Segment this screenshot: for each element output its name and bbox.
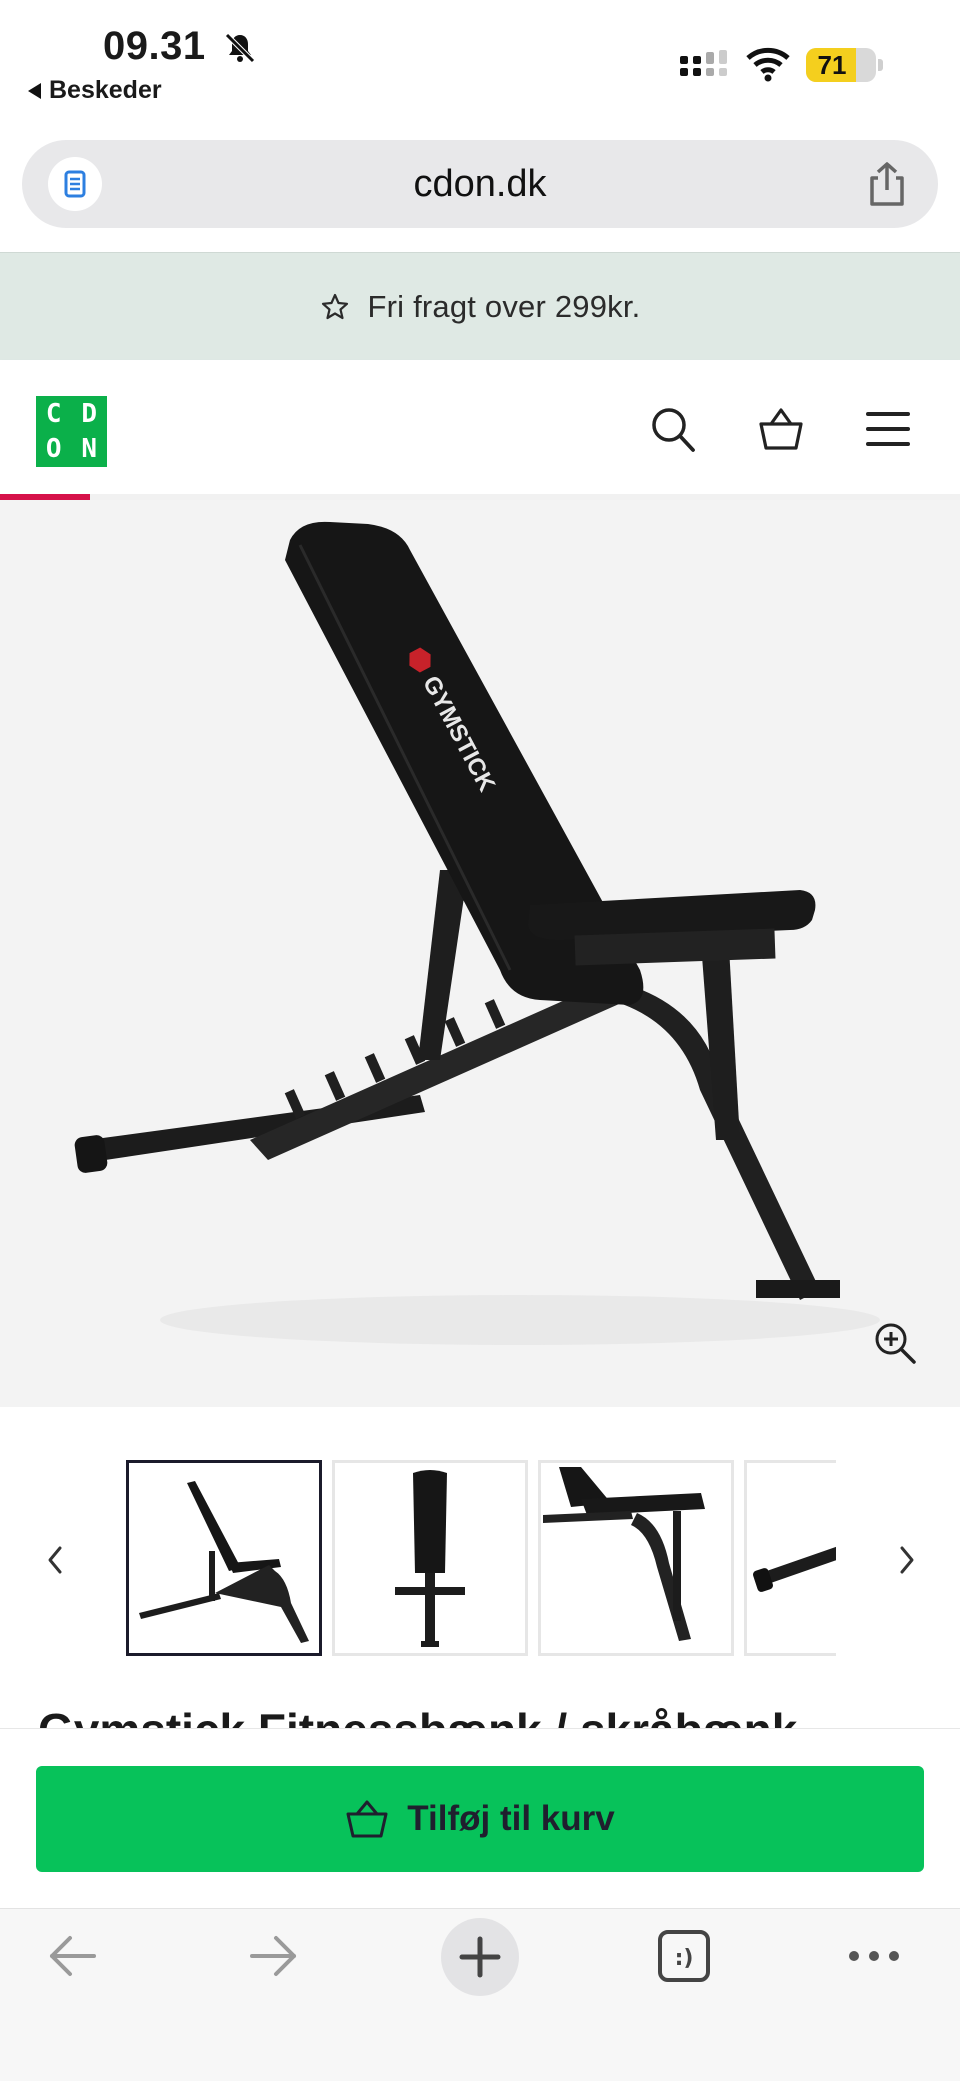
search-icon[interactable] xyxy=(650,406,696,454)
battery-label: 71 xyxy=(817,50,847,80)
bell-muted-icon xyxy=(225,33,255,63)
back-triangle-icon xyxy=(28,82,41,99)
thumbnail-3[interactable] xyxy=(538,1460,734,1656)
logo-letter: D xyxy=(81,398,98,429)
promo-text: Fri fragt over 299kr. xyxy=(367,288,641,324)
share-icon[interactable] xyxy=(864,160,910,208)
thumbnail-4[interactable] xyxy=(744,1460,836,1656)
tabs-icon[interactable]: :) xyxy=(656,1928,712,1984)
basket-icon xyxy=(346,1800,388,1838)
product-bench-image: GYMSTICK xyxy=(74,521,880,1345)
url-text: cdon.dk xyxy=(413,163,547,205)
new-tab-button[interactable] xyxy=(441,1918,519,1996)
signal-icon xyxy=(680,50,727,76)
add-to-cart-button[interactable]: Tilføj til kurv xyxy=(36,1766,924,1872)
add-to-cart-label: Tilføj til kurv xyxy=(407,1799,615,1838)
back-to-app-link[interactable]: Beskeder xyxy=(28,76,162,105)
reader-glyph xyxy=(64,170,86,198)
svg-text::): :) xyxy=(675,1946,694,1971)
thumbnail-image xyxy=(395,1470,465,1647)
forward-arrow-icon[interactable] xyxy=(246,1928,302,1984)
thumbnail-image xyxy=(543,1467,705,1641)
thumbnail-2[interactable] xyxy=(332,1460,528,1656)
back-app-label: Beskeder xyxy=(49,76,162,104)
logo-letter: C xyxy=(45,398,62,429)
thumbnail-image xyxy=(753,1546,836,1592)
product-image[interactable]: GYMSTICK xyxy=(0,500,960,1407)
site-header: C D O N xyxy=(0,360,960,494)
logo-letter: N xyxy=(81,434,98,465)
basket-icon[interactable] xyxy=(758,406,804,452)
reader-icon[interactable] xyxy=(48,157,102,211)
chevron-right-icon[interactable] xyxy=(892,1540,922,1580)
product-title: Gymstick Fitnessbænk / skråbænk xyxy=(38,1704,798,1730)
back-arrow-icon[interactable] xyxy=(44,1928,100,1984)
cdon-logo[interactable]: C D O N xyxy=(36,396,107,467)
status-time: 09.31 xyxy=(103,24,206,68)
thumbnail-strip xyxy=(124,1460,836,1660)
chevron-left-icon[interactable] xyxy=(40,1540,70,1580)
battery-icon: 71 xyxy=(806,48,883,82)
promo-banner: Fri fragt over 299kr. xyxy=(0,252,960,360)
page: 09.31 Beskeder 71 cdon.dk Fri fragt over… xyxy=(0,0,960,2081)
thumbnail-image xyxy=(139,1481,309,1643)
logo-letter: O xyxy=(45,434,62,465)
zoom-in-icon[interactable] xyxy=(872,1320,918,1366)
status-bar: 09.31 Beskeder 71 xyxy=(0,0,960,128)
menu-icon[interactable] xyxy=(866,410,910,448)
more-icon[interactable] xyxy=(844,1928,904,1984)
wifi-icon xyxy=(746,47,790,82)
thumbnail-1[interactable] xyxy=(126,1460,322,1656)
battery-tip xyxy=(878,59,883,71)
plus-icon xyxy=(459,1936,501,1978)
url-bar[interactable]: cdon.dk xyxy=(22,140,938,228)
star-icon xyxy=(321,293,348,319)
